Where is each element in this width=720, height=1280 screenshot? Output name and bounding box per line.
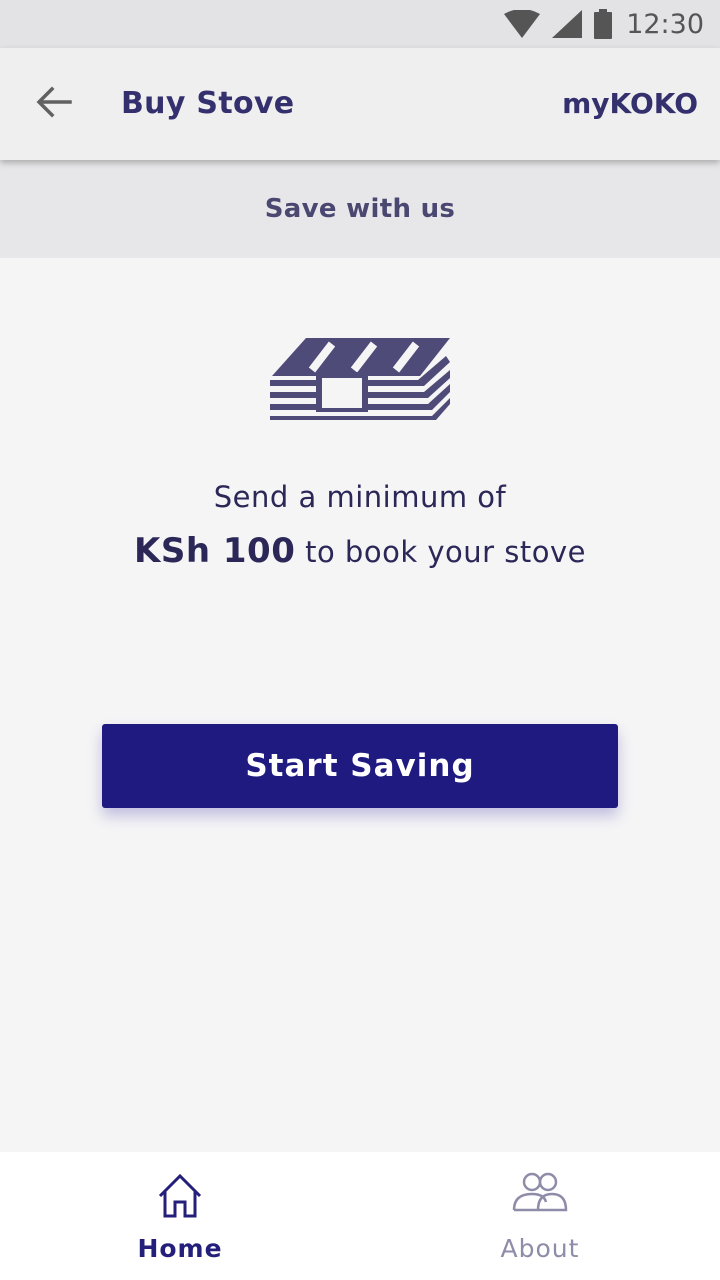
- signal-icon: [552, 10, 583, 38]
- sub-header: Save with us: [0, 160, 720, 258]
- arrow-left-icon: [36, 86, 72, 122]
- message-line-1: Send a minimum of: [213, 480, 507, 514]
- bottom-nav: Home About: [0, 1152, 720, 1280]
- status-bar: 12:30: [0, 0, 720, 48]
- nav-item-home[interactable]: Home: [0, 1152, 360, 1280]
- sub-header-text: Save with us: [264, 194, 456, 224]
- brand-logo-text: myKOKO: [562, 87, 698, 120]
- wifi-icon: [504, 10, 541, 38]
- start-saving-label: Start Saving: [245, 748, 475, 784]
- screen: 12:30 Buy Stove myKOKO Save with us Send…: [0, 0, 720, 1280]
- money-stack-icon: [268, 336, 452, 422]
- back-button[interactable]: [24, 76, 84, 132]
- people-icon: [512, 1172, 568, 1218]
- status-icons: 12:30: [504, 0, 704, 48]
- nav-label-home: Home: [137, 1234, 223, 1263]
- start-saving-button[interactable]: Start Saving: [102, 724, 618, 808]
- home-icon: [156, 1172, 204, 1224]
- nav-item-about[interactable]: About: [360, 1152, 720, 1280]
- nav-label-about: About: [500, 1234, 580, 1263]
- message-line-2-rest: to book your stove: [295, 535, 586, 569]
- battery-icon: [594, 9, 613, 39]
- page-title: Buy Stove: [121, 86, 295, 121]
- message-line-2: KSh 100 to book your stove: [0, 524, 720, 579]
- message: Send a minimum of KSh 100 to book your s…: [0, 470, 720, 579]
- status-time: 12:30: [626, 8, 704, 40]
- app-bar: Buy Stove myKOKO: [0, 48, 720, 160]
- minimum-amount: KSh 100: [134, 531, 296, 571]
